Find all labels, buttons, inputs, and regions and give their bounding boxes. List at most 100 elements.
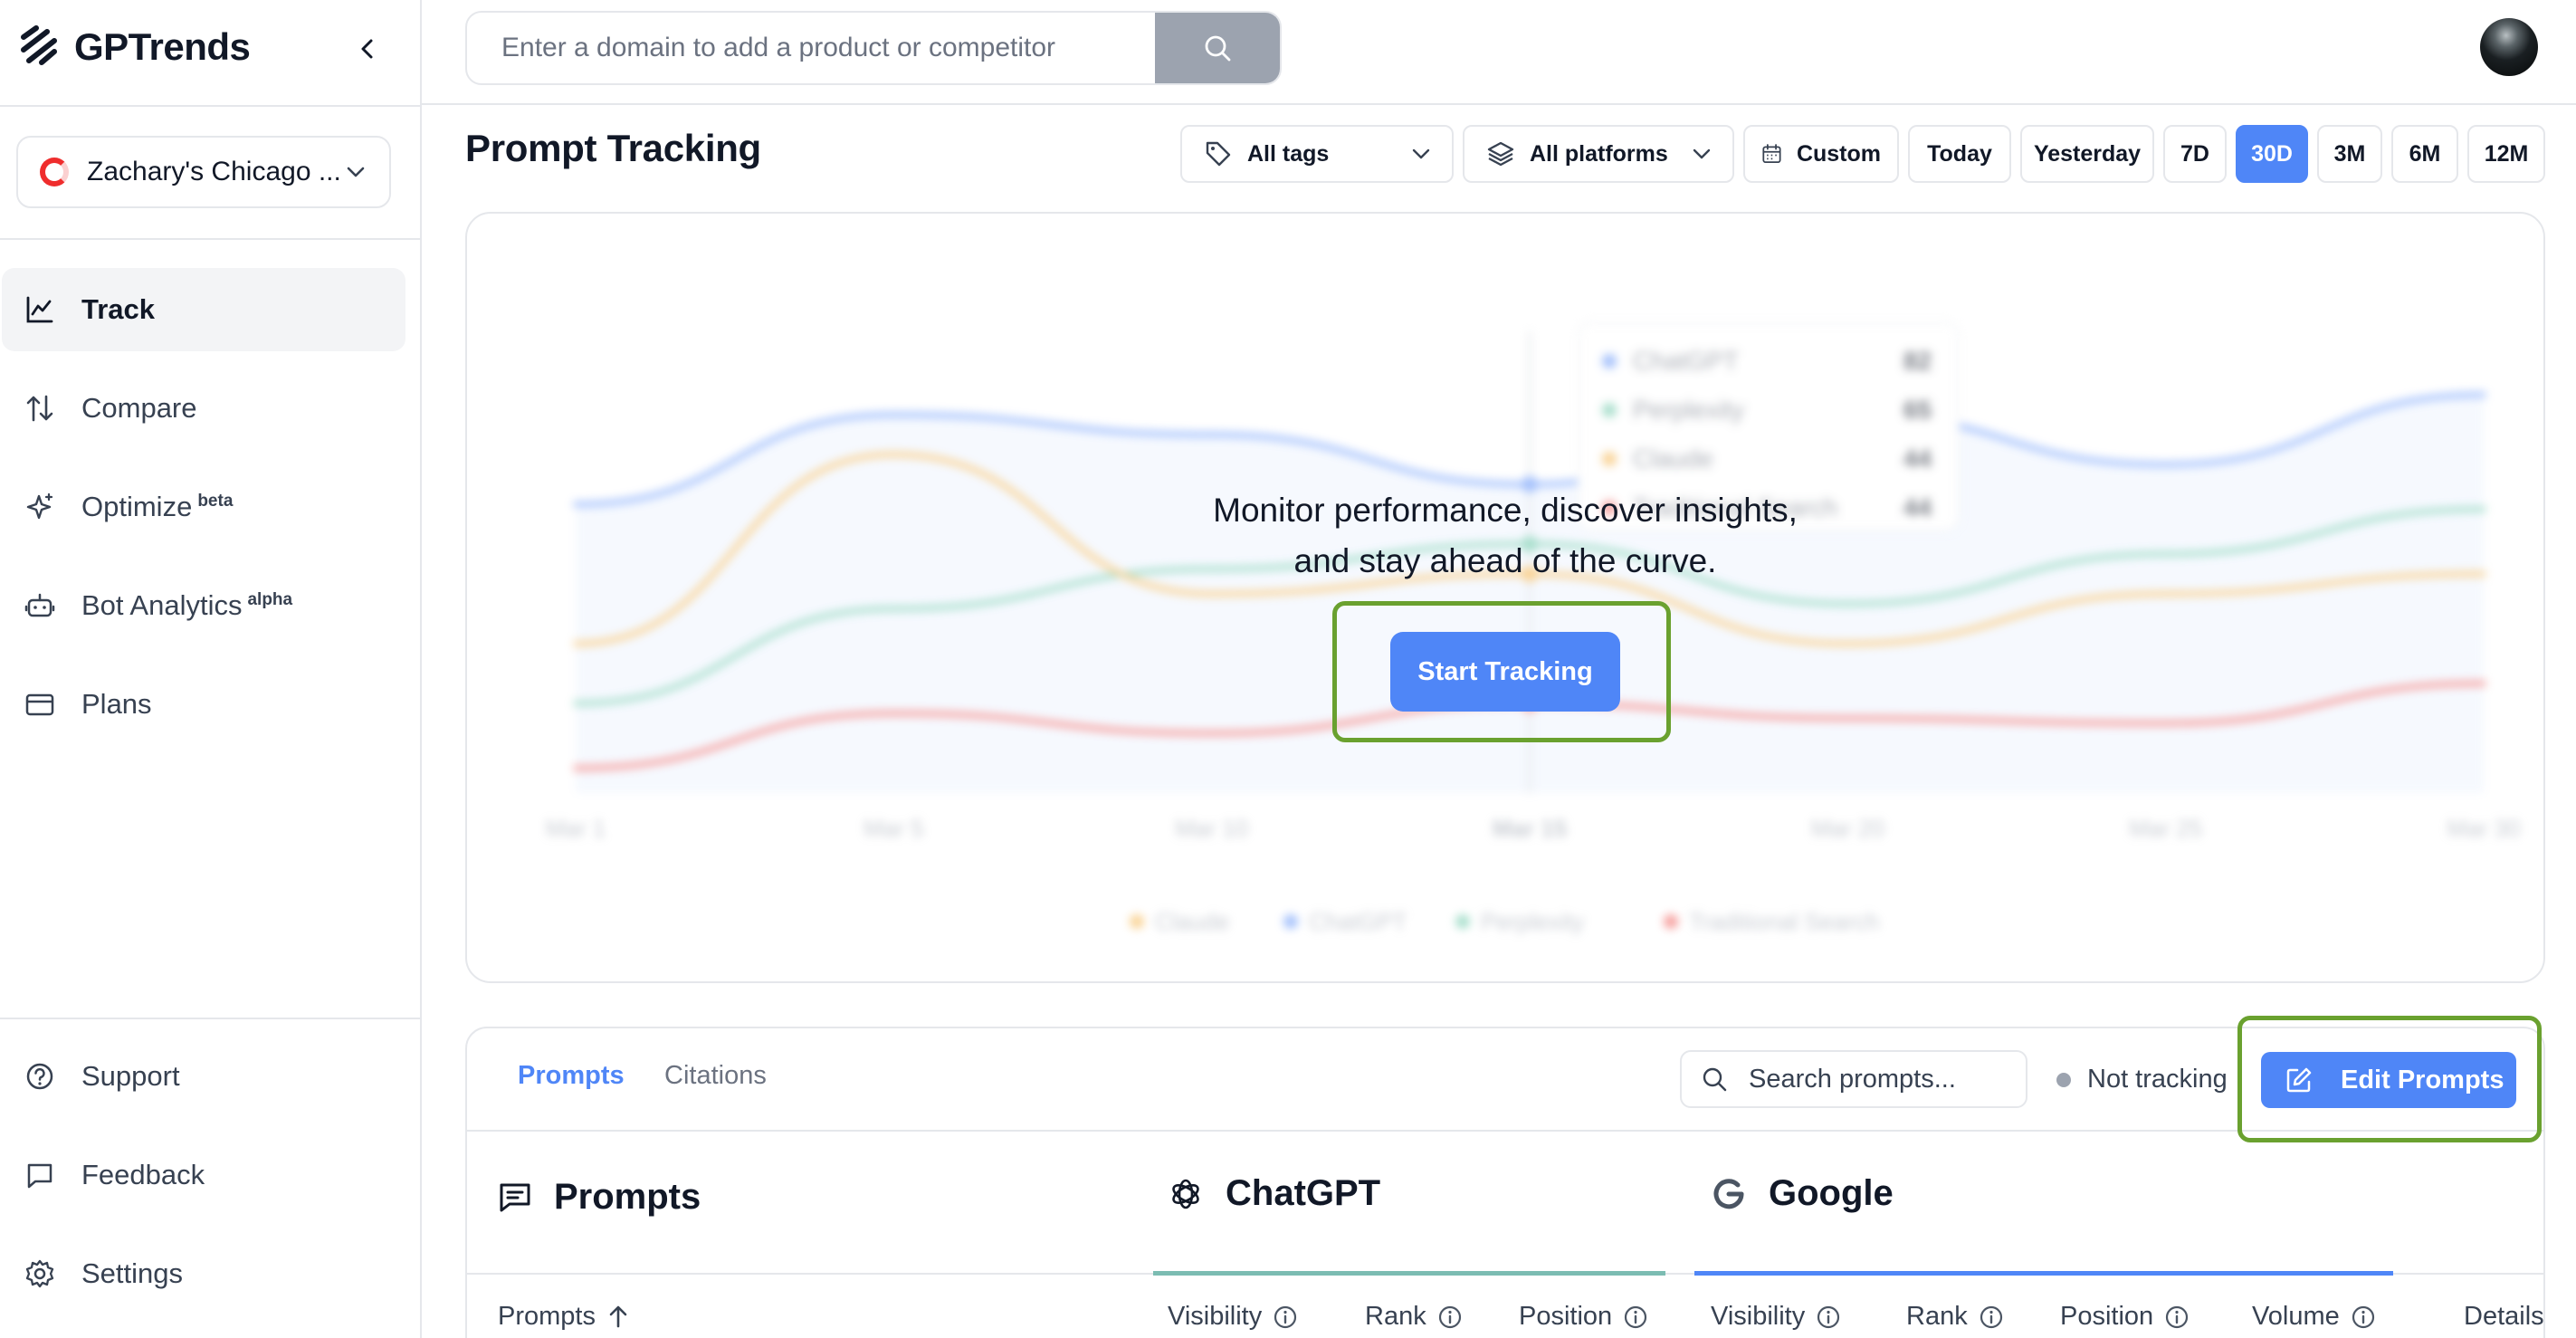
sparkles-icon [24, 491, 56, 523]
tags-filter-dropdown[interactable]: All tags [1180, 125, 1454, 183]
gptrends-logo-icon [20, 24, 58, 71]
status-text: Not tracking [2087, 1065, 2228, 1094]
range-7d-button[interactable]: 7D [2163, 125, 2227, 183]
layers-icon [1487, 141, 1514, 167]
status-dot [2056, 1072, 2071, 1087]
tab-citations[interactable]: Citations [664, 1061, 767, 1091]
credit-card-icon [24, 688, 56, 721]
collapse-sidebar-button[interactable] [348, 29, 387, 69]
nav-item-track[interactable]: Track [2, 268, 405, 351]
nav-label: Plans [81, 688, 152, 720]
workspace-selector[interactable]: Zachary's Chicago ... [16, 136, 391, 208]
search-icon [1205, 35, 1231, 62]
nav-label: Feedback [81, 1159, 205, 1190]
empty-state-line-2: and stay ahead of the curve. [1293, 542, 1717, 579]
nav-item-plans[interactable]: Plans [2, 663, 405, 746]
beta-badge: beta [197, 491, 234, 511]
section-chatgpt-header: ChatGPT [1168, 1173, 1380, 1214]
openai-logo-icon [1172, 1179, 1199, 1209]
empty-state-overlay: Monitor performance, discover insights, … [467, 214, 2543, 981]
calendar-icon [1762, 144, 1781, 164]
google-logo-icon [1713, 1178, 1744, 1209]
line-chart-icon [24, 293, 56, 326]
info-icon [1625, 1305, 1647, 1328]
main-nav: Track Compare Optimize beta Bot Analytics… [2, 268, 405, 761]
column-details[interactable]: Details [2464, 1302, 2543, 1332]
prompt-search-input[interactable] [1749, 1064, 2020, 1094]
empty-state-message: Monitor performance, discover insights, … [467, 485, 2543, 587]
filter-bar: All tags All platforms Custom Today Yest… [1180, 125, 2545, 183]
arrows-up-down-icon [24, 392, 56, 425]
start-tracking-button[interactable]: Start Tracking [1390, 632, 1620, 712]
sidebar: GPTrends Zachary's Chicago ... Track Com… [0, 0, 422, 1338]
nav-item-optimize[interactable]: Optimize beta [2, 465, 405, 549]
domain-search-button[interactable] [1155, 13, 1280, 83]
domain-search-input[interactable] [467, 13, 1155, 83]
range-12m-button[interactable]: 12M [2467, 125, 2545, 183]
workspace-ring-icon [40, 158, 69, 186]
column-google-position[interactable]: Position [2060, 1302, 2190, 1332]
gear-icon [24, 1257, 56, 1290]
performance-chart-card: Mar 1 Mar 5 Mar 10 Mar 15 Mar 20 Mar 25 Mar 30… [465, 212, 2545, 983]
top-bar [422, 0, 2576, 105]
page-title: Prompt Tracking [465, 127, 761, 169]
edit-prompts-button[interactable]: Edit Prompts [2261, 1052, 2516, 1108]
message-square-icon [24, 1159, 56, 1191]
column-chatgpt-visibility[interactable]: Visibility [1168, 1302, 1298, 1332]
info-icon [1818, 1305, 1840, 1328]
section-google-header: Google [1711, 1173, 1894, 1214]
chevron-down-icon [1412, 148, 1430, 159]
custom-range-button[interactable]: Custom [1743, 125, 1899, 183]
range-6m-button[interactable]: 6M [2391, 125, 2458, 183]
column-google-volume[interactable]: Volume [2252, 1302, 2376, 1332]
nav-item-compare[interactable]: Compare [2, 367, 405, 450]
search-icon [1703, 1067, 1727, 1092]
tracking-status: Not tracking [2056, 1065, 2228, 1094]
arrow-up-icon [609, 1305, 627, 1327]
info-icon [1980, 1305, 2002, 1328]
info-icon [2166, 1305, 2189, 1328]
brand[interactable]: GPTrends [20, 22, 251, 72]
column-chatgpt-rank[interactable]: Rank [1365, 1302, 1463, 1332]
chevron-left-icon [361, 39, 373, 59]
empty-state-line-1: Monitor performance, discover insights, [1213, 492, 1798, 529]
edit-icon [2286, 1067, 2312, 1093]
tab-prompts[interactable]: Prompts [518, 1061, 625, 1091]
nav-label: Support [81, 1060, 180, 1092]
divider [0, 238, 420, 240]
google-section-underline [1694, 1271, 2393, 1276]
divider [0, 105, 420, 107]
nav-item-feedback[interactable]: Feedback [2, 1133, 405, 1217]
nav-label: Settings [81, 1257, 184, 1289]
column-chatgpt-position[interactable]: Position [1519, 1302, 1648, 1332]
range-30d-button[interactable]: 30D [2236, 125, 2308, 183]
avatar[interactable] [2480, 18, 2538, 76]
section-prompts-header: Prompts [498, 1177, 701, 1218]
column-prompts[interactable]: Prompts [498, 1302, 630, 1332]
nav-item-support[interactable]: Support [2, 1035, 405, 1118]
chatgpt-section-underline [1153, 1271, 1665, 1276]
alpha-badge: alpha [247, 589, 293, 609]
range-yesterday-button[interactable]: Yesterday [2020, 125, 2154, 183]
help-circle-icon [24, 1060, 56, 1093]
app-root: GPTrends Zachary's Chicago ... Track Com… [0, 0, 2576, 1338]
platforms-filter-dropdown[interactable]: All platforms [1463, 125, 1734, 183]
tag-icon [1206, 141, 1231, 167]
chevron-down-icon [1693, 148, 1711, 159]
range-3m-button[interactable]: 3M [2317, 125, 2382, 183]
nav-label: Track [81, 293, 156, 325]
column-google-visibility[interactable]: Visibility [1711, 1302, 1841, 1332]
column-google-rank[interactable]: Rank [1906, 1302, 2004, 1332]
divider [0, 1018, 420, 1019]
info-icon [1274, 1305, 1297, 1328]
message-lines-icon [500, 1183, 530, 1211]
info-icon [1438, 1305, 1461, 1328]
workspace-name: Zachary's Chicago ... [87, 157, 341, 186]
nav-label: Compare [81, 392, 197, 424]
nav-item-bot-analytics[interactable]: Bot Analytics alpha [2, 564, 405, 647]
nav-item-settings[interactable]: Settings [2, 1232, 405, 1315]
prompt-search [1680, 1050, 2027, 1108]
domain-search [465, 11, 1282, 85]
range-today-button[interactable]: Today [1908, 125, 2011, 183]
nav-label: Bot Analytics alpha [81, 589, 293, 621]
